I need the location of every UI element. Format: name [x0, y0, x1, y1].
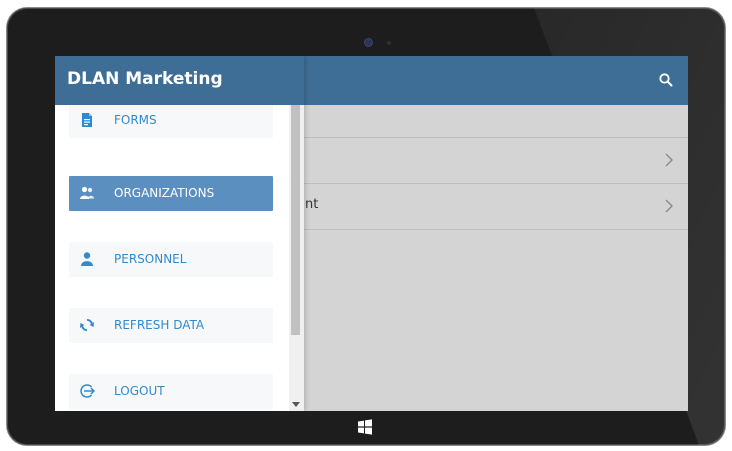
drawer-menu: FORMS ORGANIZATIONS PERSONNEL REFRESH DA…	[55, 105, 289, 411]
drawer-header: DLAN Marketing	[55, 56, 304, 105]
menu-item-label: LOGOUT	[114, 384, 165, 398]
menu-item-label: FORMS	[114, 113, 157, 127]
menu-item-forms[interactable]: FORMS	[69, 105, 273, 138]
menu-item-organizations[interactable]: ORGANIZATIONS	[69, 176, 273, 211]
menu-item-personnel[interactable]: PERSONNEL	[69, 242, 273, 277]
sensor-dot	[387, 41, 391, 45]
menu-item-label: PERSONNEL	[114, 252, 187, 266]
menu-item-logout[interactable]: LOGOUT	[69, 374, 273, 409]
list-item-label: nt	[305, 197, 319, 212]
refresh-icon	[80, 319, 94, 331]
menu-item-label: ORGANIZATIONS	[114, 186, 215, 200]
people-icon	[80, 186, 94, 199]
document-icon	[82, 113, 92, 127]
app-title: DLAN Marketing	[67, 69, 223, 89]
scrollbar-thumb[interactable]	[291, 105, 300, 335]
person-icon	[81, 252, 93, 266]
logout-icon	[80, 384, 95, 398]
menu-item-label: REFRESH DATA	[114, 318, 205, 332]
camera-icon	[365, 39, 372, 46]
search-icon[interactable]	[658, 72, 674, 88]
app-screen: nt DLAN Marketing FORMS ORGANIZATIONS PE…	[55, 56, 688, 411]
chevron-right-icon	[665, 153, 673, 167]
windows-logo-icon[interactable]	[357, 419, 373, 435]
menu-item-refresh-data[interactable]: REFRESH DATA	[69, 308, 273, 343]
chevron-right-icon	[665, 199, 673, 213]
navigation-drawer: DLAN Marketing FORMS ORGANIZATIONS PERSO…	[55, 56, 304, 411]
drawer-scrollbar[interactable]	[289, 105, 304, 411]
scroll-down-icon[interactable]	[292, 402, 300, 407]
